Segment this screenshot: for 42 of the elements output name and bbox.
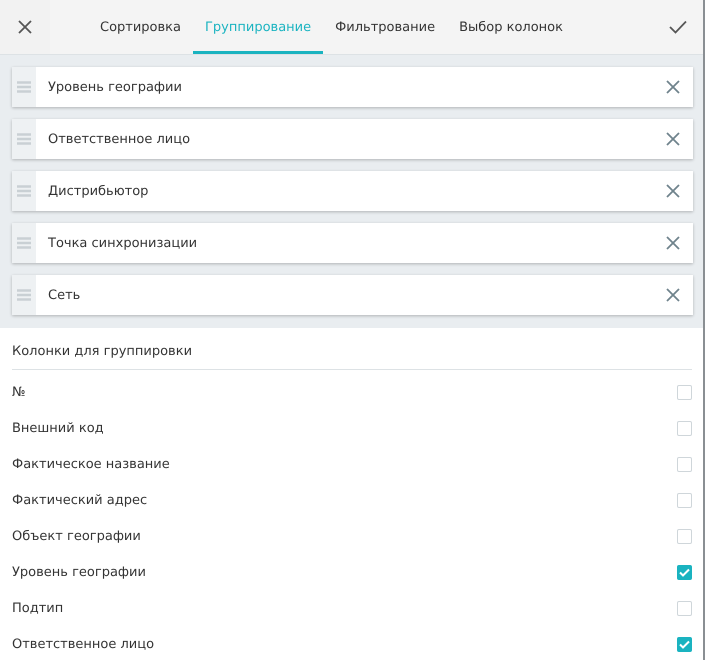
remove-button[interactable] bbox=[666, 236, 680, 250]
close-icon bbox=[17, 19, 33, 35]
checkbox[interactable] bbox=[677, 420, 692, 436]
remove-button[interactable] bbox=[666, 132, 680, 146]
column-label: Фактическое название bbox=[12, 456, 170, 472]
close-icon bbox=[666, 184, 680, 198]
checkbox[interactable] bbox=[677, 384, 692, 400]
close-icon bbox=[666, 132, 680, 146]
column-label: Уровень географии bbox=[12, 564, 146, 580]
close-icon bbox=[666, 80, 680, 94]
column-label: Объект географии bbox=[12, 528, 141, 544]
remove-button[interactable] bbox=[666, 80, 680, 94]
remove-button[interactable] bbox=[666, 184, 680, 198]
close-icon bbox=[666, 288, 680, 302]
tab[interactable]: Фильтрование bbox=[323, 0, 448, 54]
drag-handle-icon[interactable] bbox=[12, 119, 36, 159]
group-label: Сеть bbox=[47, 288, 82, 302]
tab[interactable]: Выбор колонок bbox=[447, 0, 575, 54]
checkbox[interactable] bbox=[677, 636, 692, 652]
remove-button[interactable] bbox=[666, 288, 680, 302]
checkbox[interactable] bbox=[677, 456, 692, 472]
drag-handle-icon[interactable] bbox=[12, 223, 36, 263]
tab[interactable]: Сортировка bbox=[88, 0, 193, 54]
group-label: Точка синхронизации bbox=[47, 236, 198, 250]
column-label: Внешний код bbox=[12, 420, 104, 436]
group-label: Уровень географии bbox=[47, 80, 183, 94]
column-label: Ответственное лицо bbox=[12, 636, 154, 652]
group-label: Дистрибьютор bbox=[47, 184, 150, 198]
checkbox[interactable] bbox=[677, 492, 692, 508]
column-label: Подтип bbox=[12, 600, 64, 616]
drag-handle-icon[interactable] bbox=[12, 275, 36, 315]
close-icon bbox=[666, 236, 680, 250]
checkbox[interactable] bbox=[677, 528, 692, 544]
checkbox[interactable] bbox=[677, 600, 692, 616]
checkbox[interactable] bbox=[677, 564, 692, 580]
group-label: Ответственное лицо bbox=[47, 132, 192, 146]
column-label: Фактический адрес bbox=[12, 492, 148, 508]
drag-handle-icon[interactable] bbox=[12, 67, 36, 107]
drag-handle-icon[interactable] bbox=[12, 171, 36, 211]
section-heading: Колонки для группировки bbox=[12, 328, 692, 370]
check-icon bbox=[668, 20, 686, 34]
column-label: № bbox=[12, 384, 26, 400]
